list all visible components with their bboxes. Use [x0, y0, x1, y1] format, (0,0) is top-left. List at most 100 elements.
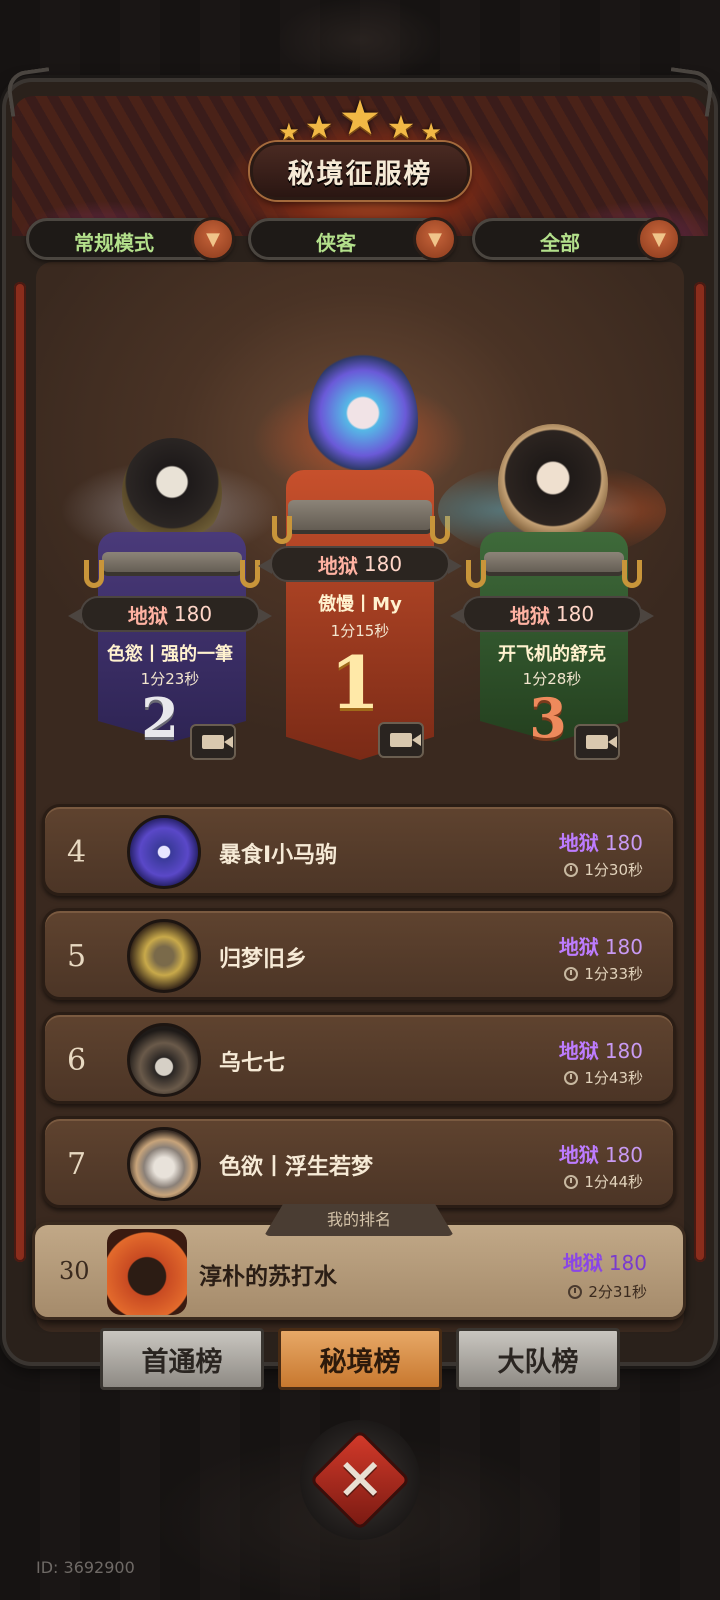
tier-name: 地狱: [558, 1039, 599, 1063]
podium-third[interactable]: 地狱 180 开飞机的舒克 1分28秒 3: [438, 420, 666, 770]
user-id: ID: 3692900: [36, 1558, 135, 1577]
rank-number: 4: [67, 835, 87, 870]
player-avatar: [127, 1023, 201, 1097]
clock-icon: [564, 967, 579, 981]
player-avatar: [127, 1127, 201, 1201]
replay-video-button[interactable]: [378, 722, 424, 758]
chevron-down-icon[interactable]: ▼: [637, 217, 681, 261]
clear-time-value: 1分44秒: [584, 1173, 643, 1191]
clock-icon: [564, 863, 579, 877]
mode-filter[interactable]: 常规模式 ▼: [26, 217, 235, 261]
star-icon: ★: [386, 108, 416, 146]
scope-filter-label: 全部: [540, 231, 580, 255]
leaderboard-tabs: 首通榜 秘境榜 大队榜: [0, 1328, 720, 1392]
star-icon: ★: [304, 108, 334, 146]
ranking-row[interactable]: 5 归梦旧乡 地狱 180 1分33秒: [42, 908, 676, 1000]
podium-horn: [466, 560, 486, 588]
video-camera-icon: [202, 735, 233, 749]
close-button-frame: ✕: [300, 1420, 420, 1540]
clear-time: 1分43秒: [564, 1067, 643, 1088]
player-name: 乌七七: [219, 1051, 286, 1076]
ranking-row[interactable]: 4 暴食I小马驹 地狱 180 1分30秒: [42, 804, 676, 896]
clear-time: 1分30秒: [564, 859, 643, 880]
rating-stars: ★ ★ ★ ★ ★: [0, 90, 720, 146]
tier-badge: 地狱 180: [559, 931, 643, 960]
tier-level: 180: [173, 602, 213, 626]
podium-horn: [240, 560, 260, 588]
player-avatar: [127, 919, 201, 993]
tier-level: 180: [608, 1251, 647, 1275]
player-name: 归梦旧乡: [219, 947, 308, 972]
tier-name: 地狱: [562, 1251, 603, 1275]
filter-bar: 常规模式 ▼ 侠客 ▼ 全部 ▼: [22, 217, 698, 262]
star-icon: ★: [338, 90, 382, 146]
class-filter-label: 侠客: [316, 231, 356, 255]
rank-number: 3: [529, 686, 567, 750]
tab-secret-realm[interactable]: 秘境榜: [278, 1328, 442, 1390]
rank-number: 30: [59, 1257, 90, 1285]
tier-badge: 地狱 180: [68, 596, 272, 632]
rank-number: 6: [67, 1043, 87, 1078]
clear-time-value: 1分30秒: [584, 861, 643, 879]
chevron-down-icon[interactable]: ▼: [413, 217, 457, 261]
replay-video-button[interactable]: [574, 724, 620, 760]
tier-badge: 地狱 180: [563, 1247, 647, 1276]
podium-cap: [484, 552, 624, 576]
ranking-row[interactable]: 6 乌七七 地狱 180 1分43秒: [42, 1012, 676, 1104]
tier-badge: 地狱 180: [258, 546, 462, 582]
tier-badge: 地狱 180: [559, 1139, 643, 1168]
clear-time: 1分15秒: [330, 622, 390, 640]
player-avatar: [127, 815, 201, 889]
tier-name: 地狱: [509, 603, 550, 628]
side-rail-left: [14, 282, 26, 1262]
clear-time: 1分33秒: [564, 963, 643, 984]
rank-number: 5: [67, 939, 87, 974]
rank-number: 7: [67, 1147, 87, 1182]
replay-video-button[interactable]: [190, 724, 236, 760]
tab-first-clear[interactable]: 首通榜: [100, 1328, 264, 1390]
tier-level: 180: [363, 552, 403, 576]
tier-badge: 地狱 180: [559, 1035, 643, 1064]
tier-name: 地狱: [558, 1143, 599, 1167]
scope-filter[interactable]: 全部 ▼: [472, 217, 681, 261]
player-name: 色慾丨强的一筆: [107, 644, 233, 665]
character-avatar: [308, 350, 418, 490]
class-filter[interactable]: 侠客 ▼: [248, 217, 457, 261]
player-name: 色欲丨浮生若梦: [219, 1155, 374, 1180]
podium-cap: [102, 552, 242, 576]
ranking-row[interactable]: 7 色欲丨浮生若梦 地狱 180 1分44秒: [42, 1116, 676, 1208]
tier-badge: 地狱 180: [559, 827, 643, 856]
my-rank-tag: 我的排名: [264, 1204, 454, 1236]
tier-badge: 地狱 180: [450, 596, 654, 632]
character-avatar: [122, 438, 222, 548]
tier-name: 地狱: [558, 831, 599, 855]
side-rail-right: [694, 282, 706, 1262]
podium-first[interactable]: 地狱 180 傲慢丨My 1分15秒 1: [252, 340, 468, 770]
chevron-down-icon[interactable]: ▼: [191, 217, 235, 261]
player-name: 傲慢丨My: [318, 594, 402, 615]
video-camera-icon: [586, 735, 617, 749]
video-camera-icon: [390, 733, 421, 747]
podium-horn: [622, 560, 642, 588]
clear-time-value: 1分33秒: [584, 965, 643, 983]
my-rank-row[interactable]: 30 淳朴的苏打水 地狱 180 2分31秒: [32, 1222, 686, 1320]
clear-time-value: 2分31秒: [588, 1283, 647, 1301]
tier-name: 地狱: [317, 553, 358, 578]
tier-level: 180: [604, 1039, 643, 1063]
close-icon: ✕: [335, 1445, 385, 1514]
tier-level: 180: [604, 935, 643, 959]
tab-squad[interactable]: 大队榜: [456, 1328, 620, 1390]
close-button[interactable]: ✕: [309, 1429, 411, 1531]
clear-time: 2分31秒: [568, 1281, 647, 1302]
podium-second[interactable]: 地狱 180 色慾丨强的一筆 1分23秒 2: [60, 420, 280, 770]
page-title: 秘境征服榜: [250, 142, 470, 200]
rank-number: 1: [329, 640, 381, 725]
player-avatar: [107, 1229, 187, 1315]
tier-name: 地狱: [127, 603, 168, 628]
tier-level: 180: [604, 831, 643, 855]
player-name: 开飞机的舒克: [498, 644, 606, 665]
mode-filter-label: 常规模式: [74, 231, 154, 255]
clock-icon: [568, 1285, 583, 1299]
podium-horn: [84, 560, 104, 588]
clock-icon: [564, 1175, 579, 1189]
